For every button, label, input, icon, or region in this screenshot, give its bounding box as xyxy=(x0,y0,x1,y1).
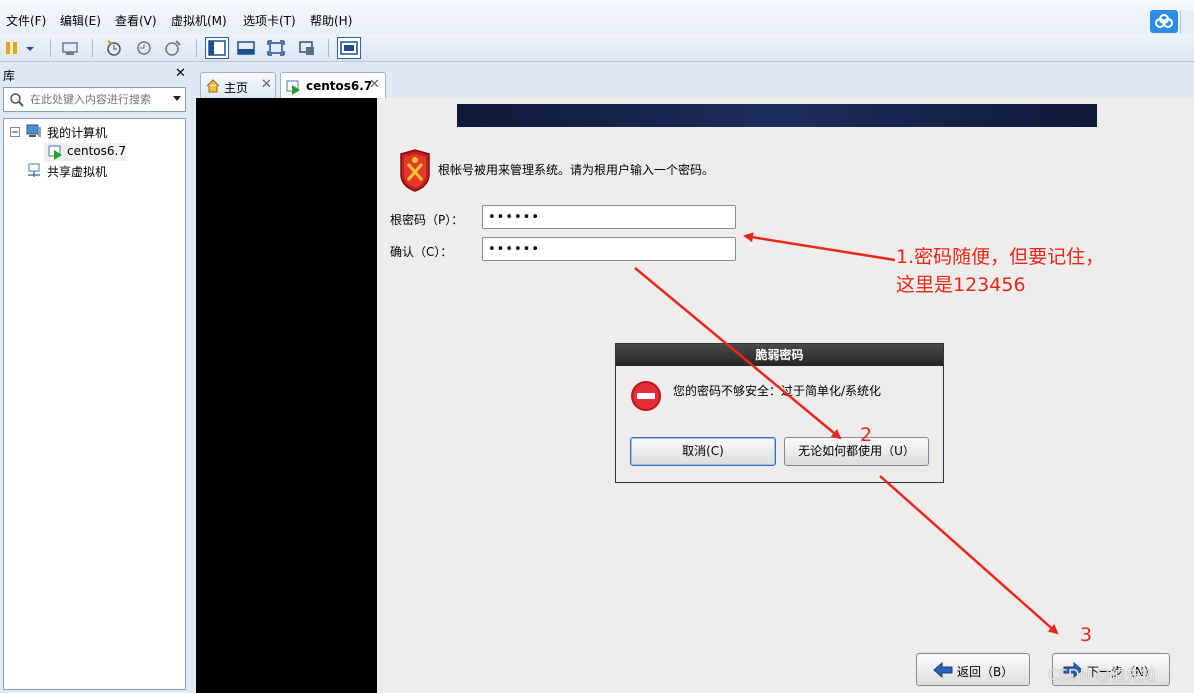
installer-banner xyxy=(457,104,1097,127)
normal-view-icon[interactable] xyxy=(205,37,229,59)
snapshot-icon[interactable] xyxy=(104,38,124,58)
tree-label: 我的计算机 xyxy=(47,126,108,140)
collapse-icon[interactable] xyxy=(10,127,20,137)
cloud-button[interactable] xyxy=(1150,10,1178,33)
instruction-text: 根帐号被用来管理系统。请为根用户输入一个密码。 xyxy=(438,163,715,177)
menubar: 文件(F) 编辑(E) 查看(V) 虚拟机(M) 选项卡(T) 帮助(H) xyxy=(0,0,1194,34)
library-header: 库 ✕ xyxy=(0,63,196,84)
weak-password-dialog: 脆弱密码 您的密码不够安全：过于简单化/系统化 取消(C) 无论如何都使用（U） xyxy=(615,343,944,483)
error-icon xyxy=(631,381,661,411)
toolbar xyxy=(0,34,1194,62)
library-tree: 我的计算机 centos6.7 共享虚拟机 xyxy=(3,118,186,690)
menu-help[interactable]: 帮助(H) xyxy=(310,12,352,29)
root-password-field[interactable] xyxy=(482,205,736,229)
unity-icon[interactable] xyxy=(297,38,317,58)
library-close-icon[interactable]: ✕ xyxy=(175,66,186,81)
menu-edit[interactable]: 编辑(E) xyxy=(60,12,101,29)
cloud-icon xyxy=(1155,14,1173,28)
annotation-note-line2: 这里是123456 xyxy=(896,274,1026,296)
library-search[interactable] xyxy=(3,87,186,112)
search-icon xyxy=(10,93,24,107)
dropdown-icon[interactable] xyxy=(23,38,37,58)
pause-icon[interactable] xyxy=(3,38,23,58)
back-arrow-icon xyxy=(933,662,953,678)
network-icon[interactable] xyxy=(60,38,80,58)
back-label: 返回（B） xyxy=(957,665,1014,679)
annotation-step-3: 3 xyxy=(1080,624,1093,646)
vm-running-icon xyxy=(286,80,300,95)
vm-running-icon xyxy=(48,145,62,160)
installer-screen: 根帐号被用来管理系统。请为根用户输入一个密码。 根密码（P）： 确认（C）： 脆… xyxy=(377,98,1194,693)
confirm-password-field[interactable] xyxy=(482,237,736,261)
toolbar-separator xyxy=(328,39,329,57)
tab-label: centos6.7 xyxy=(306,79,373,93)
vm-display[interactable]: 根帐号被用来管理系统。请为根用户输入一个密码。 根密码（P）： 确认（C）： 脆… xyxy=(196,98,1194,693)
annotation-step-2: 2 xyxy=(860,424,873,446)
cancel-button[interactable]: 取消(C) xyxy=(630,437,776,466)
shared-vm-icon xyxy=(28,163,40,177)
confirm-password-label: 确认（C）： xyxy=(390,245,453,259)
menu-file[interactable]: 文件(F) xyxy=(6,12,46,29)
tree-item-centos[interactable]: centos6.7 xyxy=(44,143,126,161)
annotation-note-line1: 1.密码随便，但要记住， xyxy=(896,246,1105,268)
tab-label: 主页 xyxy=(224,81,249,95)
toolbar-separator xyxy=(50,39,51,57)
tab-close-icon[interactable]: ✕ xyxy=(261,77,272,92)
chevron-down-icon[interactable] xyxy=(173,96,181,101)
library-title: 库 xyxy=(3,69,16,83)
tree-label: 共享虚拟机 xyxy=(47,165,108,179)
toolbar-separator xyxy=(196,39,197,57)
search-input[interactable] xyxy=(30,91,170,108)
back-button[interactable]: 返回（B） xyxy=(916,653,1030,686)
thumbnail-icon[interactable] xyxy=(337,37,361,59)
console-view-icon[interactable] xyxy=(236,38,256,58)
toolbar-separator xyxy=(92,39,93,57)
watermark: CSDN @伯先知 xyxy=(1048,666,1156,684)
tree-label: centos6.7 xyxy=(67,144,126,158)
dialog-title: 脆弱密码 xyxy=(616,344,943,366)
root-shield-icon xyxy=(400,149,430,192)
menu-view[interactable]: 查看(V) xyxy=(115,12,157,29)
revert-icon[interactable] xyxy=(134,38,154,58)
home-icon xyxy=(206,79,220,93)
menu-vm[interactable]: 虚拟机(M) xyxy=(171,12,227,29)
tab-close-icon[interactable]: ✕ xyxy=(369,77,380,92)
use-anyway-button[interactable]: 无论如何都使用（U） xyxy=(784,437,929,466)
tab-home[interactable]: 主页 ✕ xyxy=(200,72,276,98)
fullscreen-icon[interactable] xyxy=(266,38,286,58)
root-password-label: 根密码（P）： xyxy=(390,213,464,227)
computer-icon xyxy=(26,124,41,137)
tab-centos[interactable]: centos6.7 ✕ xyxy=(280,72,386,98)
menu-tabs[interactable]: 选项卡(T) xyxy=(243,12,296,29)
menubar-edge xyxy=(1180,10,1194,33)
snapshot-manager-icon[interactable] xyxy=(163,38,183,58)
tab-bar: 主页 ✕ centos6.7 ✕ xyxy=(196,63,1194,98)
dialog-message: 您的密码不够安全：过于简单化/系统化 xyxy=(673,384,882,398)
